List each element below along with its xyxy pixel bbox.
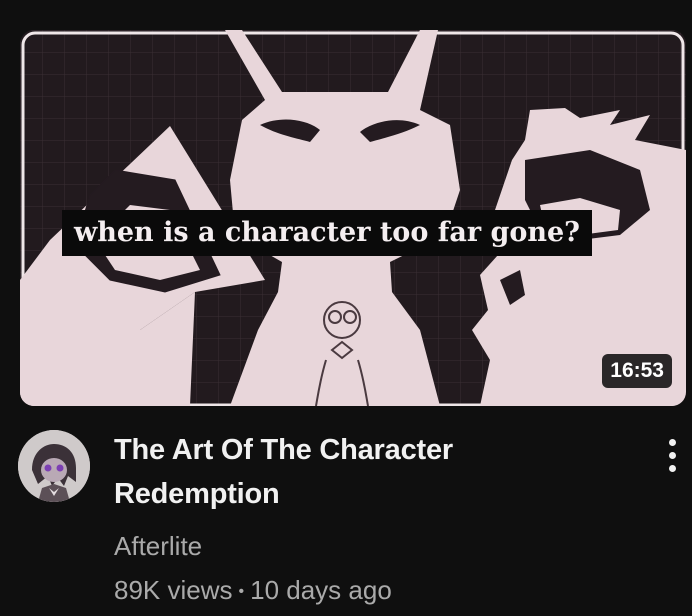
avatar-icon <box>18 430 90 502</box>
video-title-line-2: Redemption <box>114 478 280 510</box>
video-card[interactable]: when is a character too far gone? 16:53 … <box>0 0 692 616</box>
video-meta: The Art Of The Character Redemption Afte… <box>114 428 614 610</box>
video-thumbnail[interactable]: when is a character too far gone? 16:53 <box>20 30 686 406</box>
channel-avatar[interactable] <box>18 430 90 502</box>
duration-badge: 16:53 <box>602 354 672 388</box>
more-vert-icon[interactable] <box>654 430 690 480</box>
thumbnail-caption: when is a character too far gone? <box>62 210 592 256</box>
video-title-line-1: The Art Of The Character <box>114 434 453 466</box>
video-title[interactable]: The Art Of The Character Redemption <box>114 428 614 516</box>
more-dot <box>668 438 676 446</box>
more-dot <box>668 464 676 472</box>
upload-age: 10 days ago <box>250 575 392 605</box>
view-count: 89K views <box>114 575 233 605</box>
separator-dot: • <box>238 583 245 601</box>
channel-name[interactable]: Afterlite <box>114 528 614 564</box>
more-dot <box>668 451 676 459</box>
video-stats: 89K views • 10 days ago <box>114 572 614 610</box>
